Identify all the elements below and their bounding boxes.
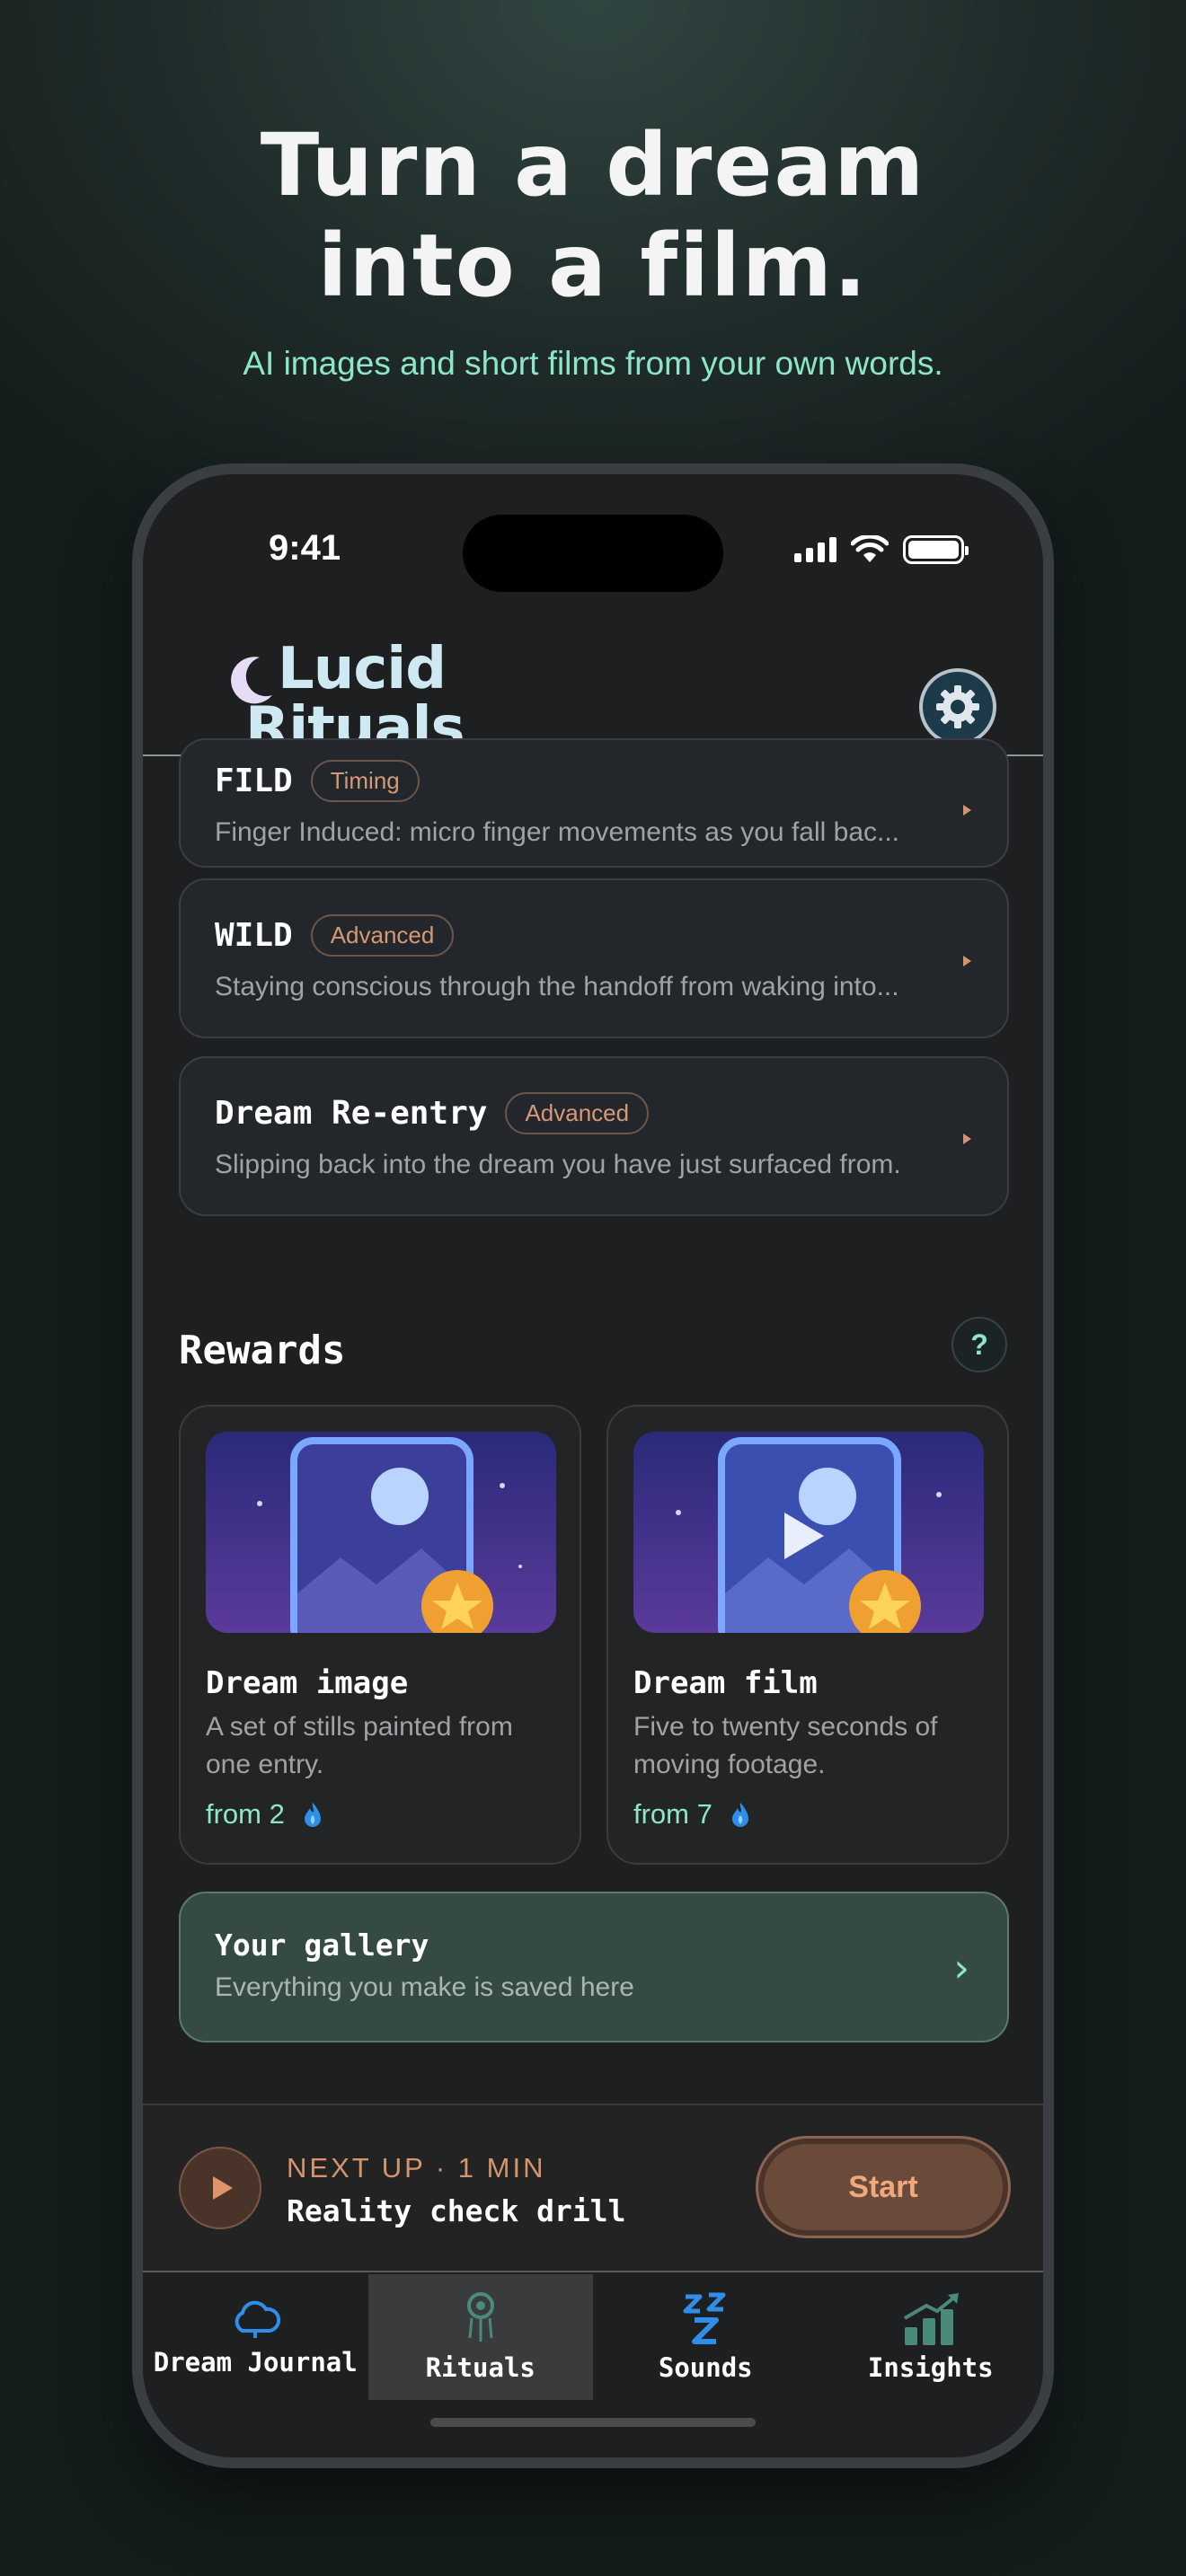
gear-icon bbox=[936, 685, 979, 728]
technique-name: WILD bbox=[215, 917, 293, 954]
reward-name: Dream film bbox=[633, 1665, 818, 1701]
dynamic-island bbox=[463, 515, 723, 592]
battery-icon bbox=[903, 535, 969, 564]
technique-tag: Advanced bbox=[505, 1092, 650, 1134]
next-up-name: Reality check drill bbox=[287, 2193, 626, 2228]
reward-card-dream-film[interactable]: Dream film Five to twenty seconds of mov… bbox=[606, 1405, 1009, 1865]
dream-image-illustration bbox=[206, 1432, 556, 1633]
tab-sounds[interactable]: Sounds bbox=[593, 2274, 819, 2400]
rewards-title: Rewards bbox=[179, 1328, 346, 1373]
promo-subline: AI images and short films from your own … bbox=[243, 345, 943, 382]
play-button[interactable] bbox=[179, 2147, 261, 2229]
cellular-signal-icon bbox=[794, 537, 836, 562]
reward-desc: Five to twenty seconds of moving footage… bbox=[633, 1712, 938, 1779]
reward-desc: A set of stills painted from one entry. bbox=[206, 1712, 513, 1779]
technique-card-wild[interactable]: WILD Advanced Staying conscious through … bbox=[179, 878, 1009, 1038]
tab-bar: Dream Journal Rituals Sounds Insights bbox=[143, 2274, 1043, 2400]
phone-screen: 9:41 Lucid Rituals FILD Timing Finger In… bbox=[143, 474, 1043, 2457]
zzz-icon bbox=[683, 2292, 726, 2344]
dream-film-illustration bbox=[633, 1432, 984, 1633]
cloud-icon bbox=[235, 2300, 281, 2338]
technique-card-dream-reentry[interactable]: Dream Re-entry Advanced Slipping back in… bbox=[179, 1056, 1009, 1216]
chevron-right-icon: › bbox=[953, 1945, 969, 1991]
tab-label: Dream Journal bbox=[153, 2347, 358, 2378]
promo-headline-line2: into a film. bbox=[317, 216, 869, 316]
next-up-label: NEXT UP · 1 MIN bbox=[287, 2152, 546, 2183]
caret-right-icon bbox=[963, 956, 971, 966]
reward-cost: from 2 bbox=[206, 1798, 323, 1831]
status-icons bbox=[794, 535, 969, 564]
technique-desc: Staying conscious through the handoff fr… bbox=[215, 972, 899, 1001]
technique-card-fild[interactable]: FILD Timing Finger Induced: micro finger… bbox=[179, 738, 1009, 868]
tab-label: Sounds bbox=[658, 2352, 753, 2383]
technique-name: Dream Re-entry bbox=[215, 1095, 488, 1132]
gallery-card[interactable]: Your gallery Everything you make is save… bbox=[179, 1892, 1009, 2042]
technique-name: FILD bbox=[215, 763, 293, 799]
tab-insights[interactable]: Insights bbox=[819, 2274, 1044, 2400]
status-time: 9:41 bbox=[269, 528, 341, 568]
settings-button[interactable] bbox=[919, 668, 996, 745]
dreamcatcher-icon bbox=[466, 2292, 494, 2342]
flame-icon bbox=[731, 1803, 748, 1827]
technique-tag: Advanced bbox=[310, 914, 455, 957]
technique-tag: Timing bbox=[310, 760, 420, 802]
phone-frame: 9:41 Lucid Rituals FILD Timing Finger In… bbox=[132, 463, 1054, 2468]
tab-rituals[interactable]: Rituals bbox=[367, 2274, 593, 2400]
caret-right-icon bbox=[963, 805, 971, 816]
reward-card-dream-image[interactable]: Dream image A set of stills painted from… bbox=[179, 1405, 581, 1865]
technique-desc: Slipping back into the dream you have ju… bbox=[215, 1150, 901, 1179]
flame-icon bbox=[304, 1803, 321, 1827]
reward-cost-text: from 7 bbox=[633, 1798, 712, 1830]
promo-headline: Turn a dream into a film. bbox=[0, 115, 1186, 316]
home-indicator bbox=[430, 2418, 756, 2427]
start-button[interactable]: Start bbox=[756, 2136, 1011, 2238]
tab-dream-journal[interactable]: Dream Journal bbox=[143, 2274, 368, 2400]
caret-right-icon bbox=[963, 1134, 971, 1144]
rewards-help-button[interactable]: ? bbox=[951, 1317, 1007, 1372]
tab-label: Rituals bbox=[425, 2352, 535, 2383]
logo-line1: Lucid bbox=[278, 636, 447, 702]
chart-icon bbox=[903, 2293, 959, 2345]
reward-name: Dream image bbox=[206, 1665, 409, 1701]
gallery-title: Your gallery bbox=[215, 1928, 429, 1963]
promo-headline-line1: Turn a dream bbox=[260, 115, 926, 216]
technique-desc: Finger Induced: micro finger movements a… bbox=[215, 817, 900, 847]
tab-label: Insights bbox=[867, 2352, 994, 2383]
wifi-icon bbox=[851, 535, 889, 562]
next-up-bar: NEXT UP · 1 MIN Reality check drill Star… bbox=[143, 2104, 1043, 2272]
gallery-subtitle: Everything you make is saved here bbox=[215, 1972, 634, 2002]
reward-cost: from 7 bbox=[633, 1798, 750, 1831]
play-icon bbox=[213, 2176, 233, 2200]
app-header: Lucid Rituals bbox=[143, 618, 1043, 758]
reward-cost-text: from 2 bbox=[206, 1798, 285, 1830]
